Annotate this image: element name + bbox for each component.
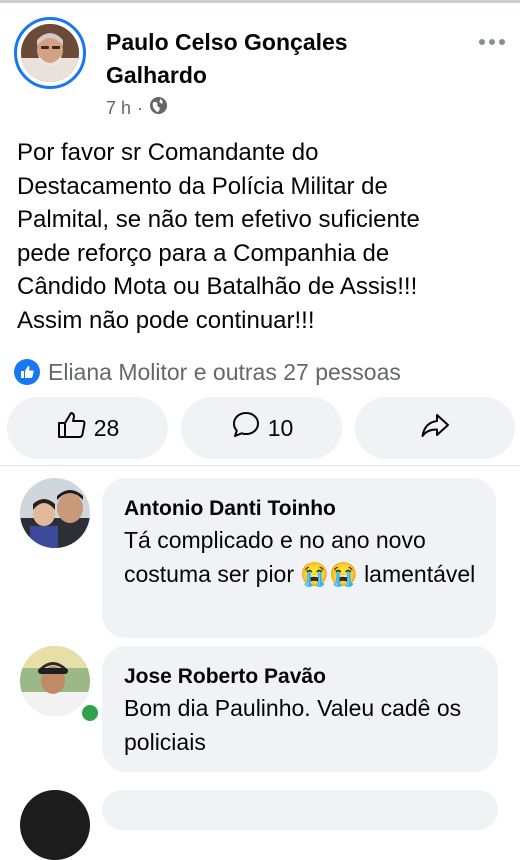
comment-bubble: Antonio Danti Toinho Tá complicado e no … [102,478,496,638]
thumbs-up-icon [56,409,88,447]
commenter-name[interactable]: Antonio Danti Toinho [124,495,476,523]
more-dot-icon [499,39,505,45]
globe-icon [149,96,168,120]
comment-text: Bom dia Paulinho. Valeu cadê os policiai… [124,695,462,755]
like-reaction-icon [14,359,40,385]
reactions-summary[interactable]: Eliana Molitor e outras 27 pessoas [14,357,401,387]
post-time[interactable]: 7 h [106,98,131,119]
commenter-avatar[interactable] [20,790,90,860]
reactions-text: Eliana Molitor e outras 27 pessoas [48,358,401,385]
comment-icon [230,409,262,447]
comment-bubble: Jose Roberto Pavão Bom dia Paulinho. Val… [102,646,498,772]
post-text: Por favor sr Comandante do Destacamento … [17,139,420,334]
post-meta: 7 h · [106,96,168,120]
like-count: 28 [93,414,120,441]
comments-divider [0,465,520,466]
commenter-avatar[interactable] [20,646,90,716]
commenter-name[interactable]: Jose Roberto Pavão [124,663,478,691]
meta-separator: · [137,97,144,118]
author-name[interactable]: Paulo Celso Gonçales Galhardo [106,26,406,92]
comment-text: Tá complicado e no ano novo costuma ser … [124,527,476,587]
more-options-button[interactable] [472,30,512,54]
online-status-icon [80,703,100,723]
comment-bubble [102,790,498,830]
share-icon [419,409,451,447]
comment-count: 10 [267,414,294,441]
comment-button[interactable]: 10 [181,397,342,459]
like-button[interactable]: 28 [7,397,168,459]
more-dot-icon [479,39,485,45]
commenter-avatar[interactable] [20,478,90,548]
author-avatar[interactable] [14,17,86,89]
author-avatar-photo [21,24,79,82]
more-dot-icon [489,39,495,45]
post-header: Paulo Celso Gonçales Galhardo 7 h · [0,0,520,124]
share-button[interactable] [355,397,515,459]
